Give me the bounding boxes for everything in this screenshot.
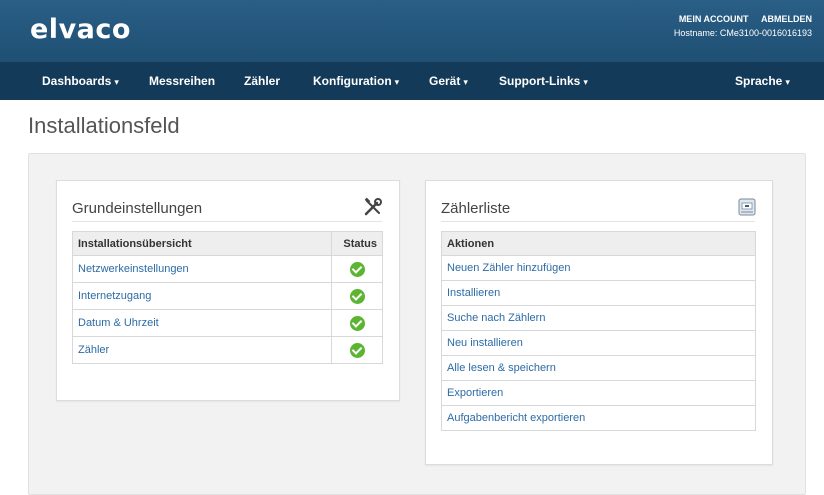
caret-down-icon: ▾ [785, 77, 790, 87]
installation-overview-table: Installationsübersicht Status Netzwerkei… [72, 231, 383, 364]
meter-actions-table: Aktionen Neuen Zähler hinzufügen Install… [441, 231, 756, 431]
caret-down-icon: ▾ [394, 77, 400, 87]
caret-down-icon: ▾ [463, 77, 468, 87]
nav-sprache[interactable]: Sprache ▾ [735, 62, 790, 100]
action-install[interactable]: Installieren [441, 280, 756, 306]
nav-label: Sprache [735, 74, 783, 88]
status-cell [331, 309, 383, 337]
status-cell [331, 336, 383, 364]
action-read-save-all[interactable]: Alle lesen & speichern [441, 355, 756, 381]
table-row: Neu installieren [441, 330, 756, 356]
basic-settings-panel: Grundeinstellungen Installationsübersich… [56, 180, 400, 401]
logout-link[interactable]: ABMELDEN [761, 14, 812, 24]
installation-area: Grundeinstellungen Installationsübersich… [28, 153, 806, 495]
table-row: Neuen Zähler hinzufügen [441, 255, 756, 281]
nav-support-links[interactable]: Support-Links ▾ [499, 62, 588, 100]
action-export[interactable]: Exportieren [441, 380, 756, 406]
meter-icon [738, 198, 756, 216]
table-row: Suche nach Zählern [441, 305, 756, 331]
setting-link-network[interactable]: Netzwerkeinstellungen [72, 255, 332, 283]
table-header-row: Aktionen [441, 231, 756, 256]
table-row: Exportieren [441, 380, 756, 406]
column-header-status: Status [331, 231, 383, 256]
table-row: Datum & Uhrzeit [72, 309, 383, 337]
nav-konfiguration[interactable]: Konfiguration ▾ [313, 62, 399, 100]
panel-title: Grundeinstellungen [72, 200, 203, 217]
action-search-meters[interactable]: Suche nach Zählern [441, 305, 756, 331]
column-header-actions: Aktionen [441, 231, 756, 256]
page-title: Installationsfeld [28, 113, 180, 138]
table-row: Installieren [441, 280, 756, 306]
meter-list-panel: Zählerliste Aktionen Neuen Zähler hinzuf… [425, 180, 773, 465]
nav-label: Messreihen [149, 74, 216, 88]
title-divider [441, 221, 755, 222]
table-row: Aufgabenbericht exportieren [441, 405, 756, 431]
action-add-meter[interactable]: Neuen Zähler hinzufügen [441, 255, 756, 281]
nav-messreihen[interactable]: Messreihen [149, 62, 215, 100]
setting-link-datetime[interactable]: Datum & Uhrzeit [72, 309, 332, 337]
table-row: Zähler [72, 336, 383, 364]
caret-down-icon: ▾ [114, 77, 119, 87]
table-row: Internetzugang [72, 282, 383, 310]
nav-label: Dashboards [42, 74, 112, 88]
status-cell [331, 255, 383, 283]
setting-link-meters[interactable]: Zähler [72, 336, 332, 364]
nav-label: Gerät [429, 74, 461, 88]
top-header: elvaco MEIN ACCOUNT ABMELDEN Hostname: C… [0, 0, 824, 62]
action-reinstall[interactable]: Neu installieren [441, 330, 756, 356]
status-cell [331, 282, 383, 310]
elvaco-logo[interactable]: elvaco [30, 14, 131, 45]
panel-title: Zählerliste [441, 200, 511, 217]
check-circle-icon [349, 261, 365, 277]
title-divider [72, 221, 382, 222]
table-row: Alle lesen & speichern [441, 355, 756, 381]
hostname-text: Hostname: CMe3100-0016016193 [673, 28, 812, 38]
nav-geraet[interactable]: Gerät ▾ [429, 62, 468, 100]
my-account-link[interactable]: MEIN ACCOUNT [679, 14, 749, 24]
tools-icon [363, 197, 383, 217]
nav-dashboards[interactable]: Dashboards ▾ [42, 62, 119, 100]
table-header-row: Installationsübersicht Status [72, 231, 383, 256]
nav-label: Support-Links [499, 74, 581, 88]
nav-zaehler[interactable]: Zähler [244, 62, 280, 100]
caret-down-icon: ▾ [583, 77, 588, 87]
account-area: MEIN ACCOUNT ABMELDEN Hostname: CMe3100-… [669, 12, 812, 40]
table-row: Netzwerkeinstellungen [72, 255, 383, 283]
check-circle-icon [349, 288, 365, 304]
check-circle-icon [349, 342, 365, 358]
action-export-task-report[interactable]: Aufgabenbericht exportieren [441, 405, 756, 431]
column-header-overview: Installationsübersicht [72, 231, 332, 256]
check-circle-icon [349, 315, 365, 331]
account-links: MEIN ACCOUNT ABMELDEN [669, 12, 812, 26]
main-nav: Dashboards ▾ Messreihen Zähler Konfigurat… [0, 62, 824, 100]
nav-label: Konfiguration [313, 74, 392, 88]
nav-label: Zähler [244, 74, 281, 88]
setting-link-internet[interactable]: Internetzugang [72, 282, 332, 310]
